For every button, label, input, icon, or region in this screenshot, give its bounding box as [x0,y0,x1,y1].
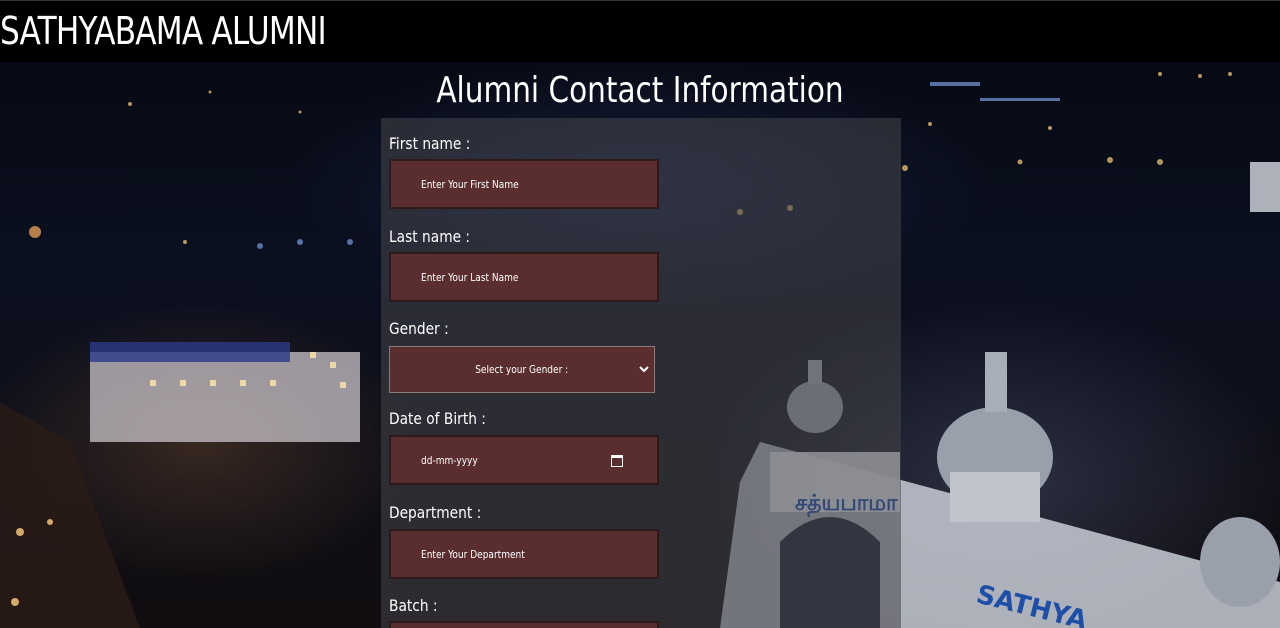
top-bar: SATHYABAMA ALUMNI [0,0,1280,62]
department-placeholder: Enter Your Department [421,547,525,561]
page-title: Alumni Contact Information [436,70,844,111]
dob-placeholder: dd-mm-yyyy [421,453,478,467]
last-name-input[interactable]: Enter Your Last Name [389,252,659,302]
dob-input[interactable]: dd-mm-yyyy [389,435,659,485]
department-label: Department : [389,503,482,522]
batch-label: Batch : [389,596,438,615]
first-name-label: First name : [389,134,471,153]
gender-label: Gender : [389,319,449,338]
calendar-icon[interactable] [611,455,623,467]
chevron-down-icon [639,366,649,373]
last-name-label: Last name : [389,227,471,246]
site-brand[interactable]: SATHYABAMA ALUMNI [0,9,327,53]
gender-selected-value: Select your Gender : [475,363,569,376]
last-name-placeholder: Enter Your Last Name [421,270,519,284]
first-name-placeholder: Enter Your First Name [421,177,519,191]
gender-select[interactable]: Select your Gender : [389,346,655,393]
department-input[interactable]: Enter Your Department [389,529,659,579]
dob-label: Date of Birth : [389,409,486,428]
first-name-input[interactable]: Enter Your First Name [389,159,659,209]
batch-input[interactable] [389,621,659,628]
